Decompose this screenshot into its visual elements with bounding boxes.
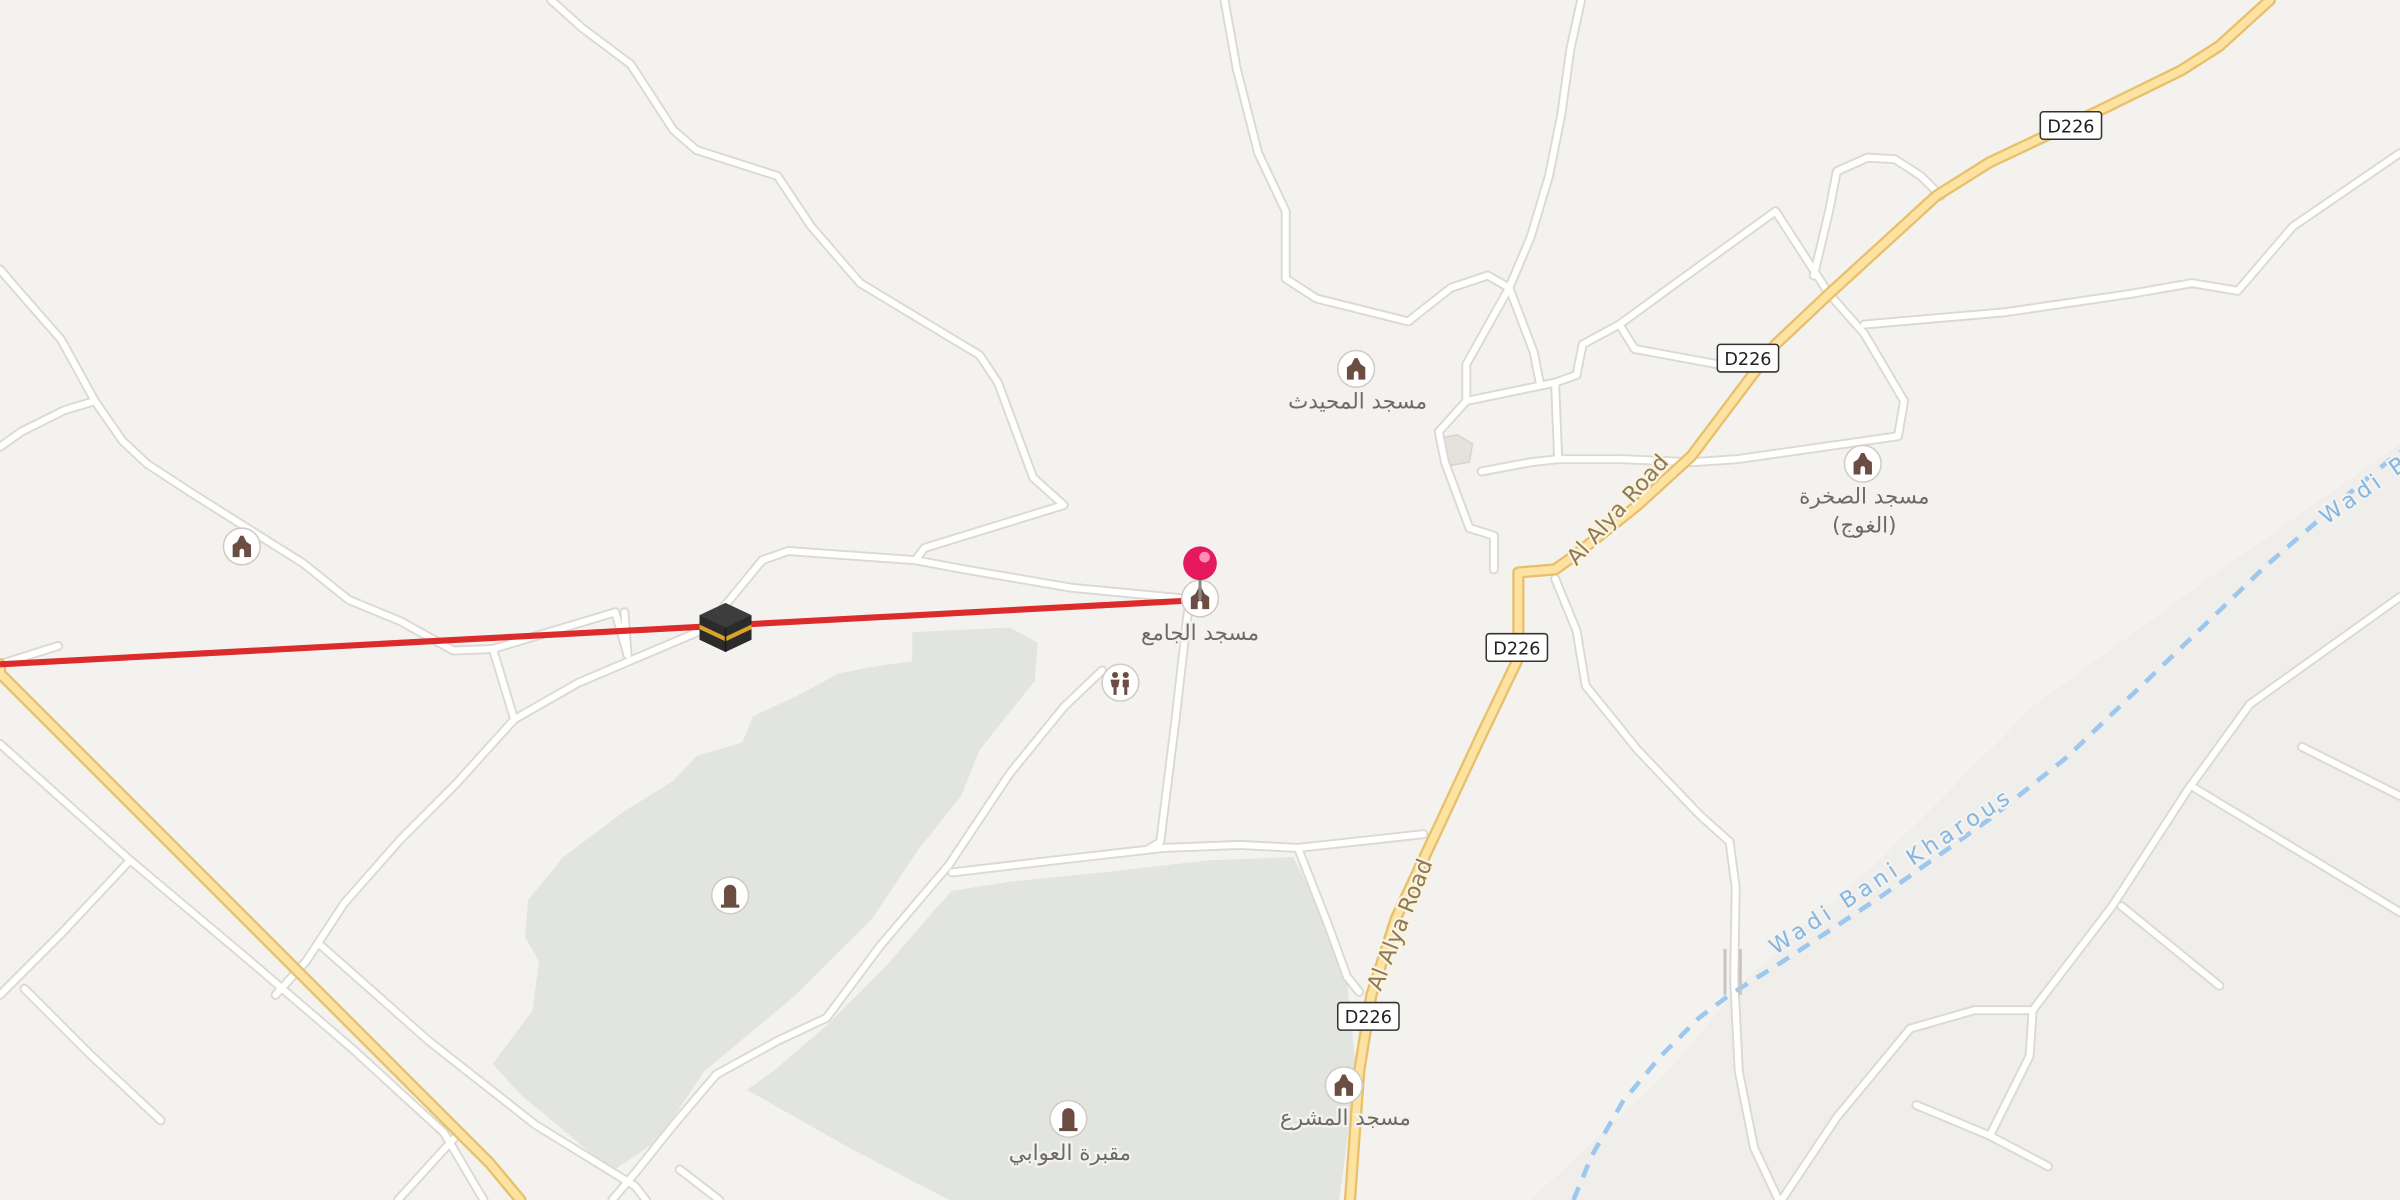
minor-road [0, 740, 487, 1200]
cemetery-icon[interactable] [1049, 1099, 1088, 1139]
svg-text:D226: D226 [1724, 350, 1771, 370]
minor-road [0, 266, 496, 654]
svg-text:D226: D226 [1493, 639, 1540, 659]
minor-road-casing [1219, 0, 1587, 327]
mosque-sakhra-sub-label[interactable]: (الغوج) [1830, 511, 1899, 541]
minor-road-casing [1859, 148, 2400, 330]
map-canvas[interactable]: Al Alya Road Al Alya Road D226 D226 D226… [0, 0, 2400, 1200]
minor-road [394, 1129, 463, 1200]
mosque-mashra-label[interactable]: مسجد المشرع [1278, 1104, 1414, 1134]
map-view[interactable]: Al Alya Road Al Alya Road D226 D226 D226… [0, 0, 2400, 1200]
minor-road [1861, 150, 2400, 328]
mosque-icon[interactable] [1336, 349, 1376, 389]
road-name-label-south: Al Alya Road [1362, 855, 1438, 994]
road-labels: Al Alya Road Al Alya Road [1360, 447, 1677, 996]
kaaba-icon[interactable] [699, 603, 752, 653]
mosque-jami-label[interactable]: مسجد الجامع [1139, 618, 1262, 648]
minor-road [21, 985, 164, 1124]
route-shield-4[interactable]: D226 [1336, 1001, 1400, 1031]
minor-road [0, 857, 134, 998]
minor-road-casing [546, 0, 1069, 566]
road-name-label-north: Al Alya Road [1562, 449, 1674, 570]
minor-road [547, 0, 1067, 564]
svg-text:D226: D226 [1345, 1008, 1392, 1028]
svg-text:D226: D226 [2047, 117, 2094, 137]
mosque-icon[interactable] [1324, 1066, 1364, 1105]
minor-road [676, 1166, 723, 1200]
school-icon[interactable] [1101, 663, 1140, 702]
minor-road [272, 716, 518, 998]
minor-road [1221, 0, 1585, 325]
minor-road [1435, 397, 1497, 573]
mosque-muhaydath-label[interactable]: مسجد المحيدث [1286, 387, 1430, 417]
cemetery-icon[interactable] [710, 876, 750, 915]
route-shield-3[interactable]: D226 [1485, 632, 1549, 662]
mosque-icon[interactable] [222, 527, 261, 566]
mosque-sakhra-label[interactable]: مسجد الصخرة [1797, 482, 1932, 512]
minor-road-casing [0, 264, 498, 656]
mosque-icon[interactable] [1843, 444, 1882, 483]
route-shield-2[interactable]: D226 [1716, 343, 1780, 373]
cemetery-awabi-label[interactable]: مقبرة العوابي [1007, 1139, 1134, 1169]
route-shield-1[interactable]: D226 [2039, 110, 2103, 141]
minor-road-casing [1550, 206, 1910, 468]
